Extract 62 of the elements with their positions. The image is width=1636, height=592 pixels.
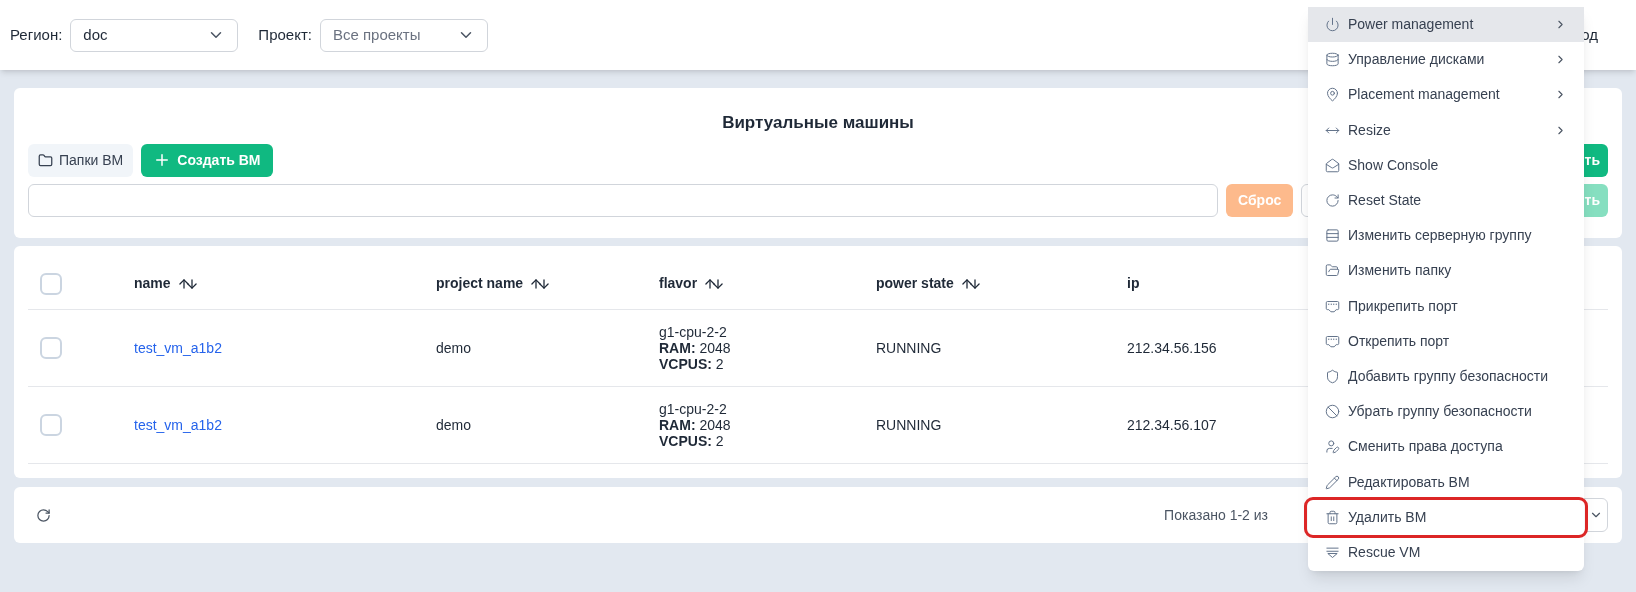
menu-item[interactable]: Управление дисками: [1308, 42, 1584, 78]
menu-item[interactable]: Сменить права доступа: [1308, 429, 1584, 465]
ban-icon: [1325, 404, 1340, 420]
project-select[interactable]: Все проекты: [319, 18, 488, 52]
flavor-name: g1-cpu-2-2: [659, 324, 728, 340]
flavor-name: g1-cpu-2-2: [659, 401, 728, 417]
port-icon: [1325, 298, 1340, 314]
menu-item[interactable]: Placement management: [1308, 77, 1584, 113]
vcpus-text: VCPUS: 2: [659, 433, 725, 449]
menu-item[interactable]: Прикрепить порт: [1308, 288, 1584, 324]
ram-text: RAM: 2048: [659, 340, 732, 356]
column-header[interactable]: name: [134, 273, 199, 294]
trash-icon: [1325, 509, 1340, 525]
vcpus-text: VCPUS: 2: [659, 356, 725, 372]
search-field[interactable]: [28, 183, 1218, 217]
menu-item[interactable]: Rescue VM: [1308, 534, 1584, 570]
refresh-icon[interactable]: [36, 507, 51, 523]
folders-button[interactable]: Папки ВМ: [28, 143, 134, 177]
table-cell: RUNNING: [876, 416, 942, 433]
open-envelope-icon: [1325, 157, 1340, 173]
user-edit-icon: [1325, 439, 1340, 455]
table-cell: 212.34.56.107: [1127, 416, 1217, 433]
table-cell: demo: [436, 339, 472, 356]
checkbox[interactable]: [40, 414, 62, 436]
pencil-icon: [1325, 474, 1340, 490]
power-icon: [1325, 17, 1340, 33]
table-cell: demo: [436, 416, 472, 433]
vm-name-link[interactable]: test_vm_a1b2: [134, 416, 222, 433]
menu-item[interactable]: Удалить ВМ: [1307, 499, 1585, 535]
shield-icon: [1325, 368, 1340, 384]
sort-icon[interactable]: [959, 276, 982, 291]
column-header[interactable]: power state: [876, 273, 982, 294]
pagination-text: Показано 1-2 из: [1164, 505, 1268, 525]
checkbox[interactable]: [40, 272, 62, 295]
folder-icon: [1325, 263, 1340, 279]
ram-text: RAM: 2048: [659, 417, 732, 433]
sort-icon[interactable]: [176, 276, 199, 291]
database-icon: [1325, 52, 1340, 68]
port-icon: [1325, 333, 1340, 349]
vm-name-link[interactable]: test_vm_a1b2: [134, 339, 222, 356]
menu-item[interactable]: Power management: [1308, 7, 1584, 43]
column-header[interactable]: ip: [1127, 273, 1140, 294]
page-title: Виртуальные машины: [722, 112, 914, 134]
checkbox[interactable]: [40, 337, 62, 359]
menu-item[interactable]: Редактировать ВМ: [1308, 464, 1584, 500]
region-select[interactable]: doc: [70, 18, 239, 52]
menu-item[interactable]: Изменить серверную группу: [1308, 218, 1584, 254]
table-cell: 212.34.56.156: [1127, 339, 1217, 356]
map-pin-icon: [1325, 87, 1340, 103]
menu-item[interactable]: Открепить порт: [1308, 323, 1584, 359]
column-header[interactable]: project name: [436, 273, 552, 294]
region-label: Регион:: [10, 24, 63, 45]
folder-icon: [38, 152, 53, 168]
refresh-icon: [1325, 193, 1340, 209]
menu-item[interactable]: Добавить группу безопасности: [1308, 358, 1584, 395]
column-header[interactable]: flavor: [659, 273, 726, 294]
menu-item[interactable]: Изменить папку: [1308, 253, 1584, 289]
server-rows-icon: [1325, 228, 1340, 244]
project-label: Проект:: [258, 24, 312, 45]
rescue-icon: [1325, 544, 1340, 560]
menu-item[interactable]: Убрать группу безопасности: [1308, 394, 1584, 430]
table-cell: RUNNING: [876, 339, 942, 356]
